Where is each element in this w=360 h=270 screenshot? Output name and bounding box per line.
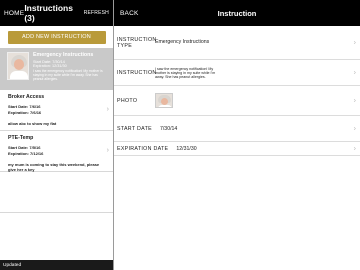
chevron-right-icon: › [353,125,356,132]
instruction-value: I saw the emergency notification! My mot… [155,66,216,79]
list-item-pte-temp[interactable]: PTE-Temp Start Date: 7/5/16 Expiration: … [0,131,113,172]
right-nav-bar: BACK Instruction [114,0,360,26]
photo-label: PHOTO [117,97,138,104]
instruction-type-label: INSTRUCTION TYPE [117,36,157,49]
empty-list-row [0,172,113,213]
instruction-type-row[interactable]: INSTRUCTION TYPE Emergency Instructions … [114,26,360,60]
start-date-row[interactable]: START DATE 7/30/14 › [114,116,360,142]
chevron-right-icon: › [353,97,356,104]
selected-item-text: Emergency Instructions Start Date: 7/30/… [33,52,107,90]
list-item-selected[interactable]: Emergency Instructions Start Date: 7/30/… [0,48,113,90]
list-item-name: PTE-Temp [8,135,34,141]
chevron-right-icon: › [353,39,356,46]
home-button[interactable]: HOME [4,10,24,17]
start-date-label: START DATE [117,125,152,132]
list-item-expiration: Expiration: 7/6/16 [8,110,42,115]
status-bar: Updated [0,260,113,270]
photo-thumbnail[interactable] [155,93,173,108]
list-item-expiration: Expiration: 12/31/30 [33,64,67,68]
expiration-date-row[interactable]: EXPIRATION DATE 12/31/30 › [114,142,360,156]
list-item-expiration: Expiration: 7/12/16 [8,151,44,156]
add-button-wrap: ADD NEW INSTRUCTION [0,26,113,48]
list-item-broker-access[interactable]: Broker Access Start Date: 7/6/16 Expirat… [0,90,113,131]
list-title: Instructions (3) [24,3,73,23]
list-item-name: Emergency Instructions [33,52,94,58]
list-item-desc: my mum is coming to stay this weekend, p… [8,162,100,172]
photo-row[interactable]: PHOTO › [114,86,360,116]
list-item-start: Start Date: 7/5/16 [8,145,41,150]
chevron-right-icon: › [106,147,109,154]
chevron-right-icon: › [353,69,356,76]
instruction-label: INSTRUCTION [117,69,157,76]
start-date-value: 7/30/14 [159,125,178,132]
expiration-date-value: 12/31/30 [176,145,197,152]
left-nav-bar: HOME Instructions (3) REFRESH [0,0,113,26]
list-item-desc: I saw the emergency notification! My mot… [33,69,103,81]
chevron-right-icon: › [353,145,356,152]
instructions-list-panel: HOME Instructions (3) REFRESH ADD NEW IN… [0,0,113,270]
avatar [7,52,29,80]
list-item-name: Broker Access [8,94,45,100]
list-item-start: Start Date: 7/6/16 [8,104,41,109]
add-new-instruction-button[interactable]: ADD NEW INSTRUCTION [7,30,106,44]
status-text: Updated [3,262,22,268]
instruction-detail-panel: BACK Instruction INSTRUCTION TYPE Emerge… [114,0,360,270]
expiration-date-label: EXPIRATION DATE [117,145,169,152]
instruction-row[interactable]: INSTRUCTION I saw the emergency notifica… [114,60,360,86]
instruction-type-value: Emergency Instructions [155,38,210,45]
list-item-start: Start Date: 7/30/14 [33,59,65,64]
chevron-right-icon: › [106,106,109,113]
list-item-desc: allow abc to show my flat [8,121,57,126]
detail-title: Instruction [217,8,257,18]
refresh-button[interactable]: REFRESH [84,10,109,16]
